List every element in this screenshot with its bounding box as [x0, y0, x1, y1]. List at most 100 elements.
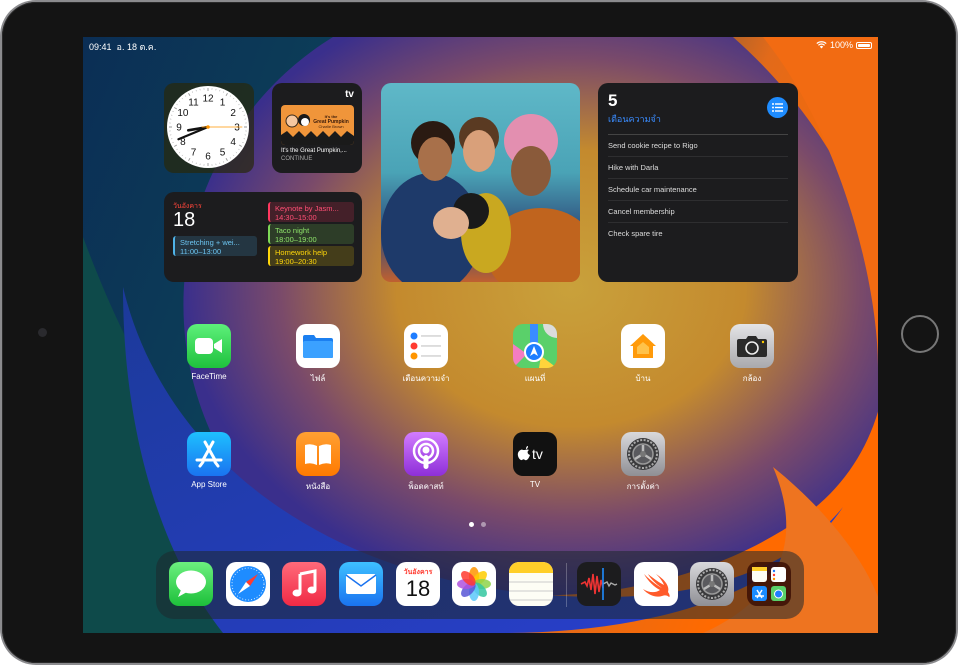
dock-swift-playgrounds[interactable]	[634, 562, 678, 606]
reminder-item[interactable]: Cancel membership	[608, 201, 788, 223]
clock-tick	[238, 103, 240, 106]
app-camera[interactable]: กล้อง	[717, 324, 787, 385]
app-maps[interactable]: แผนที่	[500, 324, 570, 385]
clock-tick	[238, 144, 242, 147]
notes-icon	[509, 562, 553, 601]
show-poster: It's the Great Pumpkin Charlie Brown	[281, 105, 354, 145]
clock-tick	[172, 110, 174, 112]
reminder-item[interactable]: Schedule car maintenance	[608, 179, 788, 201]
dock-app-library[interactable]	[747, 562, 791, 606]
clock-tick	[242, 110, 244, 112]
clock-numeral: 3	[234, 123, 240, 134]
clock-tick	[172, 142, 174, 144]
podcasts-icon	[404, 432, 448, 476]
facetime-icon	[187, 324, 231, 368]
calendar-event[interactable]: Keynote by Jasm... 14:30–15:00	[268, 202, 354, 222]
clock-numeral: 6	[205, 152, 211, 163]
reminder-item[interactable]: Send cookie recipe to Rigo	[608, 135, 788, 157]
dock-mail[interactable]	[339, 562, 383, 606]
group-selfie-photo	[381, 114, 580, 282]
settings-icon	[621, 432, 665, 476]
photos-icon	[457, 567, 491, 601]
dock-voice-memos[interactable]	[577, 562, 621, 606]
app-app-store[interactable]: App Store	[174, 432, 244, 489]
svg-text:tv: tv	[532, 446, 543, 462]
app-facetime[interactable]: FaceTime	[174, 324, 244, 381]
clock-tick	[223, 161, 225, 163]
analog-clock: 12 1234567891011	[169, 88, 247, 166]
messages-icon	[176, 570, 206, 597]
clock-tick	[178, 151, 181, 154]
dock-settings[interactable]	[690, 562, 734, 606]
calendar-icon-day: 18	[405, 575, 431, 601]
reminders-widget[interactable]: 5 เตือนความจำ Send cookie recipe to Rigo…	[598, 83, 798, 282]
dock-messages[interactable]	[169, 562, 213, 606]
calendar-event[interactable]: Stretching + wei... 11:00–13:00	[173, 236, 257, 256]
settings-icon	[696, 568, 728, 600]
battery-icon	[856, 41, 872, 49]
clock-tick	[191, 91, 193, 93]
home-icon	[621, 324, 665, 368]
calendar-widget[interactable]: วันอังคาร 18 Stretching + wei... 11:00–13…	[164, 192, 362, 282]
clock-numeral: 7	[191, 148, 197, 159]
clock-tick	[184, 157, 187, 159]
books-icon	[296, 432, 340, 476]
status-date: อ. 18 ต.ค.	[116, 42, 157, 52]
front-camera	[38, 328, 47, 337]
mail-icon	[345, 574, 377, 594]
wifi-icon	[816, 41, 827, 49]
camera-icon	[730, 324, 774, 368]
dock-photos[interactable]	[452, 562, 496, 606]
photos-widget[interactable]	[381, 83, 580, 282]
clock-tick	[242, 142, 244, 144]
app-podcasts[interactable]: พ็อดคาสท์	[391, 432, 461, 493]
dock-calendar[interactable]: วันอังคาร 18	[396, 562, 440, 606]
page-indicator[interactable]	[469, 522, 486, 527]
clock-numeral: 11	[188, 97, 199, 108]
clock-tick	[184, 95, 187, 97]
clock-tick	[238, 148, 240, 151]
dock-music[interactable]	[282, 562, 326, 606]
reminders-icon	[404, 324, 448, 368]
ipad-device: 09:41 อ. 18 ต.ค. 100% 12 1 2 3 4 5 6 7 8 9 10 11 tv	[2, 2, 956, 663]
clock-tick	[174, 144, 178, 147]
status-bar: 09:41 อ. 18 ต.ค. 100%	[83, 37, 878, 55]
app-store-icon	[187, 432, 231, 476]
clock-numeral: 5	[220, 148, 226, 159]
dock: วันอังคาร 18	[156, 551, 804, 619]
app-files[interactable]: ไฟล์	[283, 324, 353, 385]
tv-widget[interactable]: tv It's the Great Pumpkin Charlie Brown …	[272, 83, 362, 173]
app-settings[interactable]: การตั้งค่า	[608, 432, 678, 493]
page-dot-active[interactable]	[469, 522, 474, 527]
swift-icon	[643, 574, 670, 597]
reminder-item[interactable]: Check spare tire	[608, 223, 788, 244]
home-screen: 09:41 อ. 18 ต.ค. 100% 12 1 2 3 4 5 6 7 8 9 10 11 tv	[83, 37, 878, 633]
voice-memos-icon	[580, 568, 618, 600]
app-home[interactable]: บ้าน	[608, 324, 678, 385]
list-icon[interactable]	[767, 97, 788, 118]
clock-tick	[191, 161, 193, 163]
dock-notes[interactable]	[509, 562, 553, 606]
clock-face: 12 1 2 3 4 5 6 7 8 9 10 11	[167, 86, 249, 168]
app-reminders[interactable]: เตือนความจำ	[391, 324, 461, 385]
clock-tick	[178, 100, 181, 103]
clock-tick	[232, 97, 235, 100]
clock-tick	[235, 100, 238, 103]
app-tv[interactable]: tv TV	[500, 432, 570, 489]
calendar-event[interactable]: Taco night 18:00–19:00	[268, 224, 354, 244]
clock-widget[interactable]: 12 1 2 3 4 5 6 7 8 9 10 11	[164, 83, 254, 173]
calendar-event[interactable]: Homework help 19:00–20:30	[268, 246, 354, 266]
continue-label: CONTINUE	[281, 156, 313, 162]
battery-percent: 100%	[829, 40, 853, 50]
page-dot[interactable]	[481, 522, 486, 527]
app-books[interactable]: หนังสือ	[283, 432, 353, 493]
reminder-item[interactable]: Hike with Darla	[608, 157, 788, 179]
home-button[interactable]	[901, 315, 939, 353]
clock-tick	[225, 93, 228, 97]
clock-numeral: 12	[202, 94, 214, 105]
app-library-icon	[752, 567, 786, 601]
calendar-day: 18	[173, 209, 196, 231]
show-title: It's the Great Pumpkin,...	[281, 148, 347, 154]
dock-safari[interactable]	[226, 562, 270, 606]
clock-tick	[176, 148, 178, 151]
